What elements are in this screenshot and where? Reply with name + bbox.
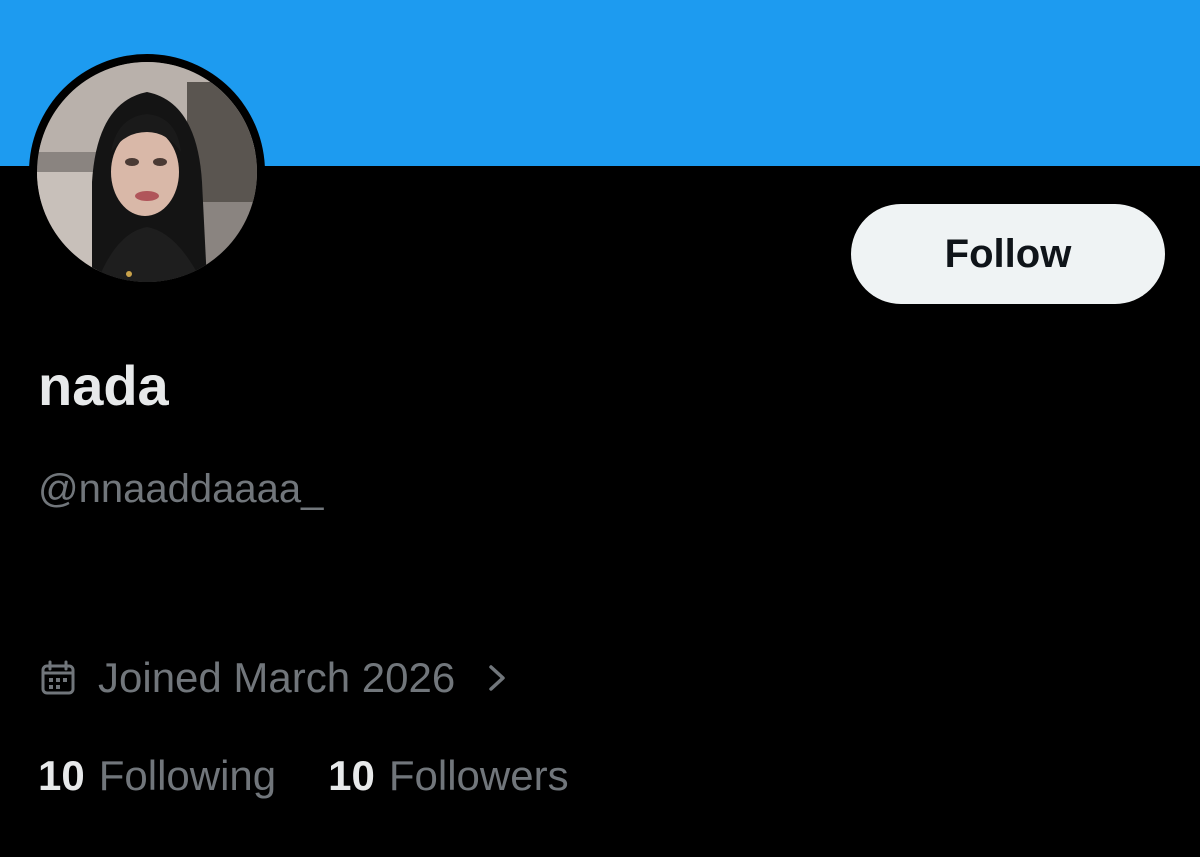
following-link[interactable]: 10 Following (38, 752, 276, 800)
follow-button[interactable]: Follow (851, 204, 1165, 304)
avatar-ring (29, 54, 265, 290)
followers-label: Followers (388, 752, 569, 799)
followers-link[interactable]: 10 Followers (328, 752, 568, 800)
display-name: nada (38, 354, 169, 417)
followers-count: 10 (328, 752, 375, 799)
follow-stats: 10 Following 10 Followers (38, 748, 621, 804)
profile-handle: @nnaaddaaaa_ (38, 467, 324, 511)
joined-date-row[interactable]: Joined March 2026 (40, 650, 511, 706)
calendar-icon (40, 660, 76, 696)
chevron-right-icon (483, 660, 511, 696)
joined-date-text: Joined March 2026 (98, 654, 456, 701)
avatar[interactable] (37, 62, 257, 282)
profile-page: Follow nada @nnaaddaaaa_ Joined March 20… (0, 0, 1200, 857)
following-label: Following (98, 752, 277, 799)
following-count: 10 (38, 752, 85, 799)
avatar-photo (37, 62, 257, 282)
